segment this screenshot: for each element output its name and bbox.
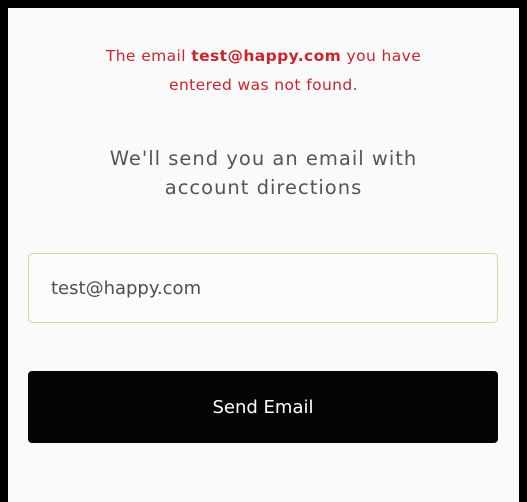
info-line-1: We'll send you an email with bbox=[109, 147, 418, 170]
email-input[interactable] bbox=[28, 253, 498, 323]
info-message: We'll send you an email with account dir… bbox=[8, 144, 519, 202]
info-line-2: account directions bbox=[164, 176, 363, 199]
error-suffix: you have bbox=[341, 47, 422, 65]
error-message: The email test@happy.com you have entere… bbox=[8, 42, 519, 100]
send-email-button[interactable]: Send Email bbox=[28, 371, 498, 443]
forgot-password-panel: The email test@happy.com you have entere… bbox=[8, 8, 519, 502]
error-line-2: entered was not found. bbox=[169, 76, 358, 94]
error-prefix: The email bbox=[105, 47, 192, 65]
error-email: test@happy.com bbox=[191, 47, 342, 65]
